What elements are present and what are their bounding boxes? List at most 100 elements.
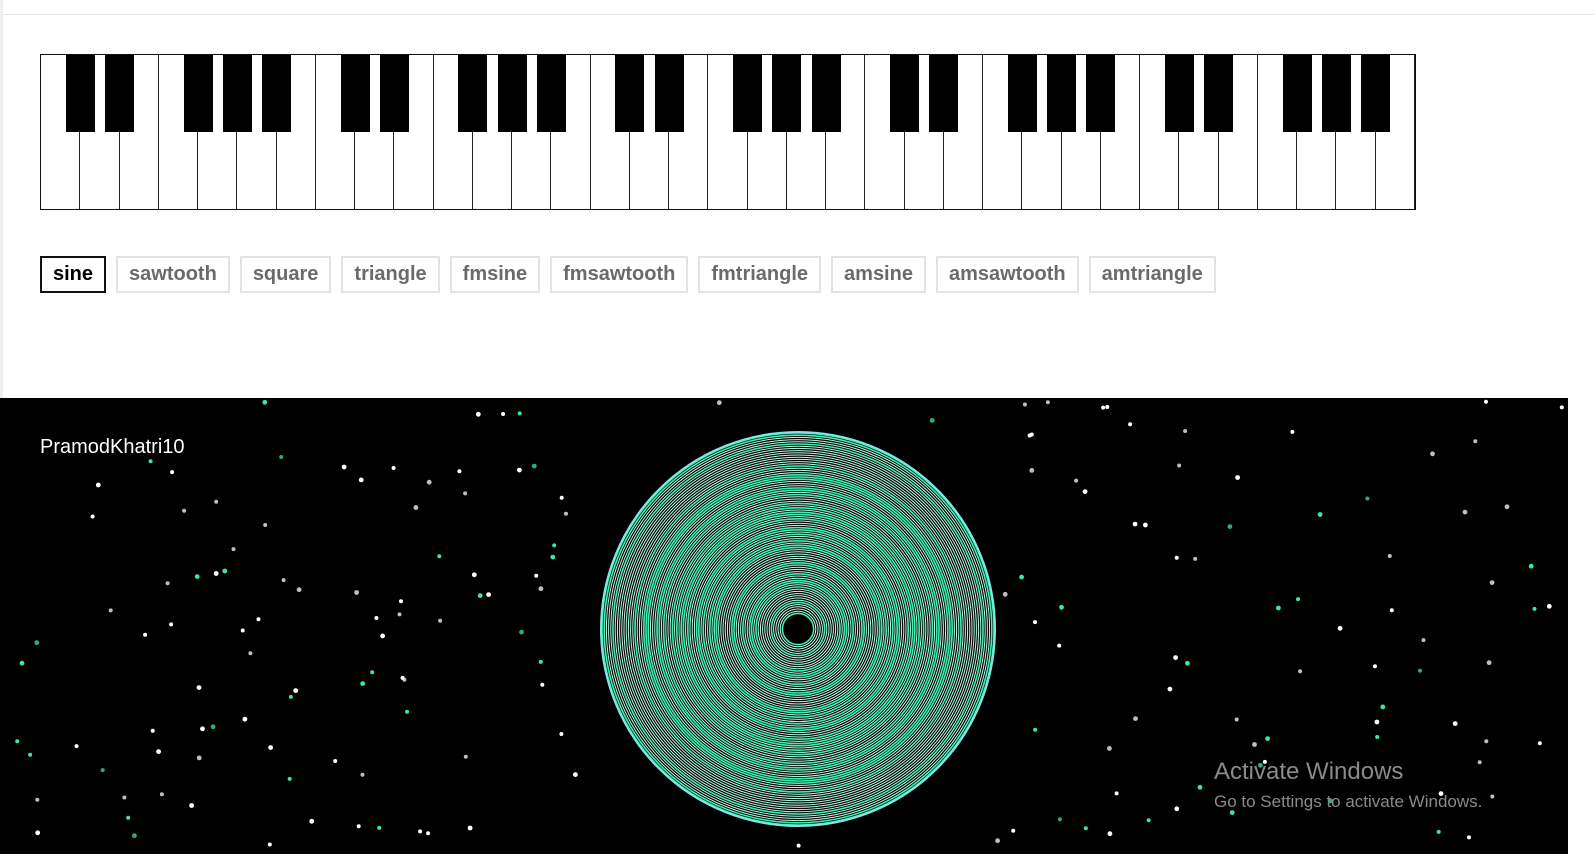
star-dot <box>90 514 95 519</box>
black-key[interactable] <box>654 55 684 132</box>
star-dot <box>370 670 375 675</box>
star-dot <box>1114 791 1119 796</box>
star-dot <box>1234 717 1239 722</box>
star-dot <box>437 554 442 559</box>
star-dot <box>426 479 432 485</box>
star-dot <box>1128 422 1133 427</box>
star-dot <box>360 772 365 777</box>
star-dot <box>333 759 338 763</box>
black-key[interactable] <box>890 55 920 132</box>
watermark-title: Activate Windows <box>1214 758 1404 785</box>
star-dot <box>1177 463 1182 468</box>
black-key[interactable] <box>615 55 645 132</box>
star-dot <box>214 499 219 504</box>
star-dot <box>182 508 187 513</box>
star-dot <box>1489 580 1495 585</box>
star-dot <box>519 629 524 635</box>
star-dot <box>194 574 200 579</box>
black-key[interactable] <box>458 55 488 132</box>
star-dot <box>288 694 293 699</box>
star-dot <box>1132 521 1138 527</box>
waveform-button-triangle[interactable]: triangle <box>341 256 440 293</box>
black-key[interactable] <box>1361 55 1391 132</box>
watermark-subtitle: Go to Settings to activate Windows. <box>1214 792 1483 811</box>
star-dot <box>196 685 202 690</box>
star-dot <box>1532 606 1537 611</box>
star-dot <box>148 459 153 464</box>
black-key[interactable] <box>929 55 959 132</box>
black-key[interactable] <box>733 55 763 132</box>
star-dot <box>463 491 468 496</box>
star-dot <box>1418 668 1422 673</box>
waveform-button-amsawtooth[interactable]: amsawtooth <box>935 256 1079 293</box>
black-key[interactable] <box>1007 55 1037 132</box>
star-dot <box>213 571 219 576</box>
black-key[interactable] <box>1282 55 1312 132</box>
star-dot <box>374 616 379 620</box>
waveform-button-amsine[interactable]: amsine <box>831 256 926 293</box>
star-dot <box>1173 655 1178 660</box>
star-dot <box>169 622 174 627</box>
star-dot <box>1174 806 1180 812</box>
black-key[interactable] <box>65 55 95 132</box>
star-dot <box>1504 504 1510 510</box>
bottom-strip <box>0 854 1595 868</box>
star-dot <box>196 755 202 761</box>
star-dot <box>1185 660 1190 666</box>
star-dot <box>358 477 364 483</box>
star-dot <box>156 749 162 754</box>
star-dot <box>293 688 299 693</box>
black-key[interactable] <box>497 55 527 132</box>
waveform-button-fmtriangle[interactable]: fmtriangle <box>698 256 822 293</box>
star-dot <box>418 829 423 834</box>
star-dot <box>1290 429 1295 434</box>
black-key[interactable] <box>340 55 370 132</box>
star-dot <box>279 455 284 459</box>
star-dot <box>126 815 131 820</box>
star-dot <box>1029 468 1035 473</box>
black-key[interactable] <box>262 55 292 132</box>
star-dot <box>1462 509 1468 515</box>
star-dot <box>796 843 801 848</box>
star-dot <box>95 482 101 488</box>
star-dot <box>540 682 545 687</box>
black-key[interactable] <box>811 55 841 132</box>
star-dot <box>222 568 228 574</box>
black-key[interactable] <box>379 55 409 132</box>
black-key[interactable] <box>1047 55 1077 132</box>
star-dot <box>1467 835 1471 840</box>
star-dot <box>399 599 403 604</box>
black-key[interactable] <box>222 55 252 132</box>
waveform-button-amtriangle[interactable]: amtriangle <box>1088 256 1216 293</box>
star-dot <box>531 463 537 469</box>
star-dot <box>170 470 175 475</box>
star-dot <box>240 628 245 633</box>
waveform-button-sine[interactable]: sine <box>40 256 107 293</box>
black-key[interactable] <box>772 55 802 132</box>
waveform-button-fmsine[interactable]: fmsine <box>449 256 541 293</box>
star-dot <box>1252 742 1257 747</box>
piano-keyboard <box>40 54 1416 210</box>
star-dot <box>1105 405 1110 409</box>
star-dot <box>267 842 272 847</box>
waveform-button-square[interactable]: square <box>239 256 332 293</box>
black-key[interactable] <box>1204 55 1234 132</box>
star-dot <box>1546 603 1552 609</box>
star-dot <box>132 833 137 839</box>
black-key[interactable] <box>105 55 134 132</box>
star-dot <box>1057 643 1062 648</box>
star-dot <box>1490 794 1495 799</box>
black-key[interactable] <box>183 55 213 132</box>
black-key[interactable] <box>1164 55 1194 132</box>
star-dot <box>1317 512 1323 517</box>
waveform-button-fmsawtooth[interactable]: fmsawtooth <box>550 256 689 293</box>
star-dot <box>1421 638 1426 643</box>
star-dot <box>1133 716 1138 721</box>
black-key[interactable] <box>1321 55 1351 132</box>
star-dot <box>268 745 273 750</box>
black-key[interactable] <box>536 55 566 132</box>
star-dot <box>287 776 292 781</box>
black-key[interactable] <box>1086 55 1116 132</box>
star-dot <box>477 593 483 598</box>
waveform-button-sawtooth[interactable]: sawtooth <box>116 256 230 293</box>
